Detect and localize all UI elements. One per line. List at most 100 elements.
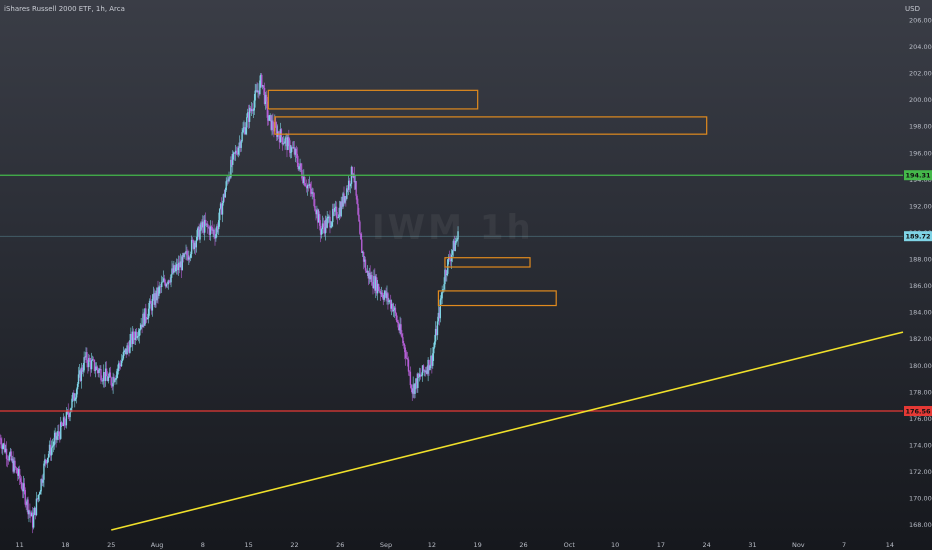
candle-body	[147, 308, 150, 318]
candle-body	[120, 361, 123, 367]
candle-body	[209, 226, 212, 235]
candle-body	[50, 447, 53, 456]
candle-body	[102, 380, 104, 382]
support-price-label: 194.31	[905, 172, 931, 180]
trend-line[interactable]	[111, 331, 904, 531]
candle-body	[313, 193, 315, 207]
candle-body	[123, 351, 126, 353]
candle-body	[65, 411, 68, 426]
candle-body	[75, 397, 77, 400]
candle-body	[60, 422, 63, 426]
candle-body	[432, 353, 434, 366]
candle-body	[168, 280, 170, 283]
candle-body	[406, 358, 409, 360]
candle-body	[290, 151, 292, 153]
candle-body	[433, 347, 435, 354]
candle-body	[296, 153, 298, 163]
y-tick-label: 170.00	[909, 495, 932, 503]
candle-body	[388, 300, 390, 302]
candle-body	[110, 377, 112, 386]
candle-body	[132, 331, 135, 338]
candle-body	[358, 214, 360, 222]
candle-body	[331, 222, 333, 227]
candle-body	[45, 459, 47, 461]
y-tick-label: 174.00	[909, 442, 932, 450]
candle-body	[404, 352, 407, 359]
candle-body	[93, 359, 96, 371]
y-tick-label: 192.00	[909, 202, 932, 210]
candle-body	[377, 284, 380, 291]
candle-body	[149, 300, 152, 304]
candle-body	[211, 227, 213, 231]
candle-body	[252, 110, 255, 112]
candle-body	[403, 343, 405, 345]
y-tick-label: 196.00	[909, 149, 932, 157]
y-tick-label: 176.00	[909, 415, 932, 423]
candle-body	[53, 437, 55, 446]
candle-body	[240, 141, 242, 148]
candle-body	[314, 206, 316, 211]
current-price-label: 189.72	[905, 233, 930, 241]
candle-body	[356, 195, 358, 204]
y-tick-label: 172.00	[909, 468, 932, 476]
y-tick-label: 168.00	[909, 521, 932, 529]
candle-body	[14, 460, 16, 468]
candle-body	[304, 176, 306, 186]
candle-body	[51, 446, 54, 448]
candle-body	[83, 357, 85, 371]
candle-body	[277, 131, 280, 136]
candle-body	[446, 273, 448, 276]
candle-body	[32, 514, 35, 528]
zone-rectangle[interactable]	[437, 290, 557, 307]
y-tick-label: 198.00	[909, 123, 932, 131]
y-tick-label: 188.00	[909, 256, 932, 264]
candle-body	[241, 132, 243, 142]
y-tick-label: 184.00	[909, 309, 932, 317]
candle-body	[349, 183, 352, 187]
candle-body	[387, 293, 389, 302]
candle-body	[74, 399, 76, 401]
candle-body	[8, 454, 11, 461]
candle-body	[199, 229, 201, 240]
candle-body	[312, 192, 314, 194]
candle-body	[98, 369, 100, 374]
candle-body	[337, 216, 340, 218]
candle-body	[301, 169, 303, 179]
zone-rectangle[interactable]	[267, 89, 479, 110]
candle-body	[443, 284, 445, 290]
candle-body	[56, 436, 58, 440]
candle-body	[206, 223, 209, 227]
price-chart[interactable]: 168.00 170.00 172.00 174.00 176.00 178.00 180.…	[0, 0, 932, 550]
x-tick-label: 22	[290, 541, 298, 549]
candle-body	[420, 375, 423, 377]
candle-body	[109, 372, 112, 378]
candle-body	[39, 491, 41, 495]
y-tick-label: 204.00	[909, 43, 932, 51]
candle-body	[94, 369, 97, 371]
instrument-header: iShares Russell 2000 ETF, 1h, Arca	[4, 5, 125, 13]
candle-body	[139, 328, 141, 331]
candle-body	[116, 371, 118, 378]
zone-rectangle[interactable]	[274, 116, 708, 135]
candle-body	[280, 129, 283, 138]
candle-body	[218, 208, 221, 221]
x-tick-label: 8	[201, 541, 205, 549]
candle-body	[146, 319, 148, 320]
candle-body	[404, 344, 406, 353]
candle-body	[0, 438, 2, 445]
candle-body	[38, 494, 40, 496]
candle-body	[329, 216, 331, 228]
candle-body	[309, 184, 312, 189]
zone-rectangle[interactable]	[444, 257, 531, 268]
candle-body	[440, 298, 442, 300]
candle-body	[210, 226, 212, 228]
candle-body	[52, 445, 54, 447]
candle-body	[333, 207, 336, 212]
candle-body	[409, 371, 412, 386]
candle-body	[25, 504, 27, 506]
y-tick-label: 186.00	[909, 282, 932, 290]
candle-body	[451, 250, 454, 255]
x-tick-label: Oct	[564, 541, 576, 549]
candle-body	[19, 478, 22, 483]
candle-body	[145, 308, 147, 320]
